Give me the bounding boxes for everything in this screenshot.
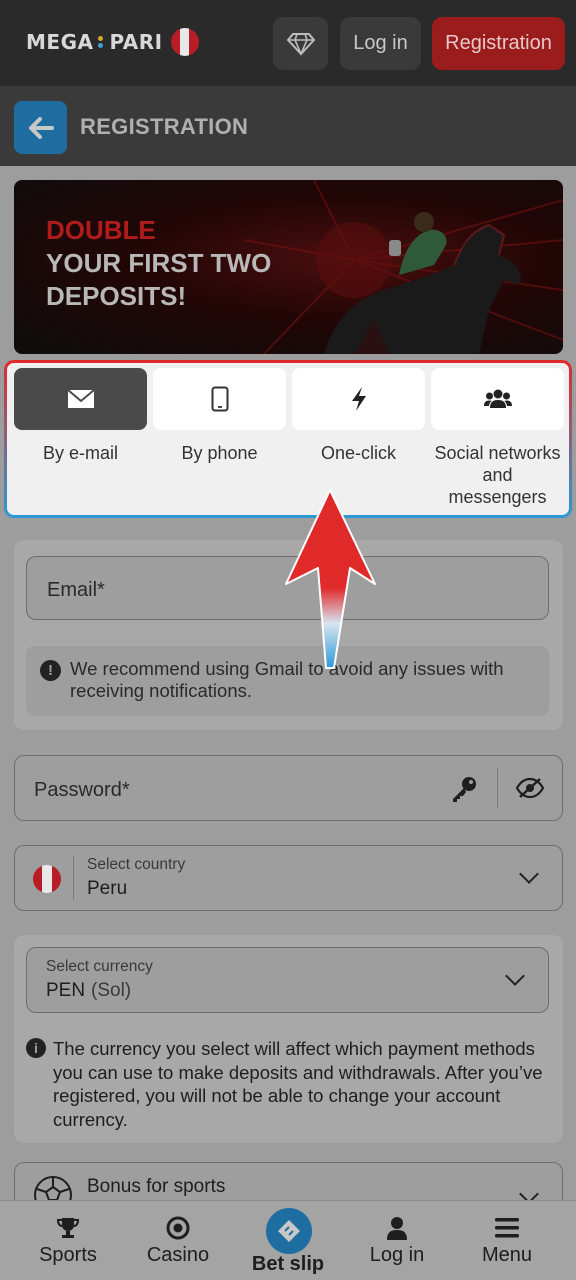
logo-text-left: MEGA [26,30,94,54]
banner-line-2: YOUR FIRST TWO [46,248,272,278]
nav-label: Bet slip [251,1253,325,1275]
top-bar: MEGA PARI Log in Registration [0,0,576,86]
nav-icon-wrap [13,1215,123,1241]
peru-flag-icon [170,28,199,56]
megapari-logo[interactable]: MEGA PARI [26,28,199,56]
arrow-left-icon [28,116,54,139]
page-title: REGISTRATION [80,114,249,139]
banner-line-1: DOUBLE [46,215,156,245]
tab-by-email[interactable]: By e-mail [14,368,147,464]
registration-button[interactable]: Registration [432,17,565,70]
nav-casino[interactable]: Casino [123,1201,233,1280]
tab-label: Social networks and messengers [434,443,561,507]
nav-label: Sports [39,1244,97,1266]
banner-line-3: DEPOSITS! [46,281,187,311]
nav-icon-wrap [123,1215,233,1241]
nav-icon-wrap [342,1215,452,1241]
exclamation-icon: ! [40,660,61,681]
tab-icon-box [431,368,564,430]
nav-sports[interactable]: Sports [13,1201,123,1280]
nav-login[interactable]: Log in [342,1201,452,1280]
currency-select[interactable]: Select currency PEN (Sol) [26,947,549,1013]
bet-slip-circle [266,1208,312,1254]
password-field[interactable]: Password* [14,755,563,821]
trophy-icon [56,1218,80,1238]
hamburger-menu-icon [495,1218,519,1238]
peru-flag-icon [33,865,61,893]
diamond-icon [286,32,315,56]
field-divider [73,856,74,900]
ticket-icon [278,1220,300,1242]
currency-notice-text: The currency you select will affect whic… [53,1038,543,1130]
jockey-horse-illustration [324,212,522,354]
tab-social-networks[interactable]: Social networks and messengers [431,368,564,508]
nav-label: Casino [146,1244,210,1266]
chevron-down-icon [505,966,525,986]
country-value: Peru [87,878,128,899]
tab-label: One-click [320,443,396,463]
nav-bet-slip[interactable]: Bet slip [233,1201,343,1280]
user-icon [387,1217,407,1240]
country-select[interactable]: Select country Peru [14,845,563,911]
promo-banner[interactable]: DOUBLE YOUR FIRST TWO DEPOSITS! [14,180,563,354]
tab-one-click[interactable]: One-click [292,368,425,464]
tab-label: By phone [181,443,258,463]
pointer-arrow-icon [285,489,376,669]
login-button[interactable]: Log in [340,17,421,70]
field-divider [497,768,498,808]
vip-diamond-button[interactable] [273,17,328,70]
tab-icon-box [14,368,147,430]
nav-label: Menu [481,1244,533,1266]
bonus-label: Bonus for sports [87,1176,226,1197]
phone-icon [211,386,228,412]
currency-name: (Sol) [91,980,132,1001]
logo-text-right: PARI [109,30,163,54]
country-label: Select country [87,856,186,873]
lightning-icon [351,387,366,411]
currency-label: Select currency [46,958,153,975]
info-icon: i [26,1038,46,1058]
key-icon[interactable] [449,774,479,804]
nav-menu[interactable]: Menu [452,1201,562,1280]
eye-hidden-icon[interactable] [515,776,545,800]
bottom-navigation: Sports Casino Bet slip Log in Menu [0,1200,576,1280]
banner-text: DOUBLE YOUR FIRST TWO DEPOSITS! [46,214,271,313]
chevron-down-icon [519,864,539,884]
tab-label: By e-mail [42,443,118,463]
tab-icon-box [153,368,286,430]
back-button[interactable] [14,101,67,154]
envelope-icon [66,389,95,408]
tab-icon-box [292,368,425,430]
tab-by-phone[interactable]: By phone [153,368,286,464]
nav-icon-wrap [452,1215,562,1241]
users-icon [483,389,512,408]
casino-chip-icon [166,1216,190,1240]
logo-dot-icon [95,36,107,48]
password-placeholder: Password* [34,779,130,801]
nav-label: Log in [369,1244,425,1266]
email-placeholder: Email* [47,579,105,601]
page-header: REGISTRATION [0,86,576,166]
currency-code: PEN [46,980,86,1001]
